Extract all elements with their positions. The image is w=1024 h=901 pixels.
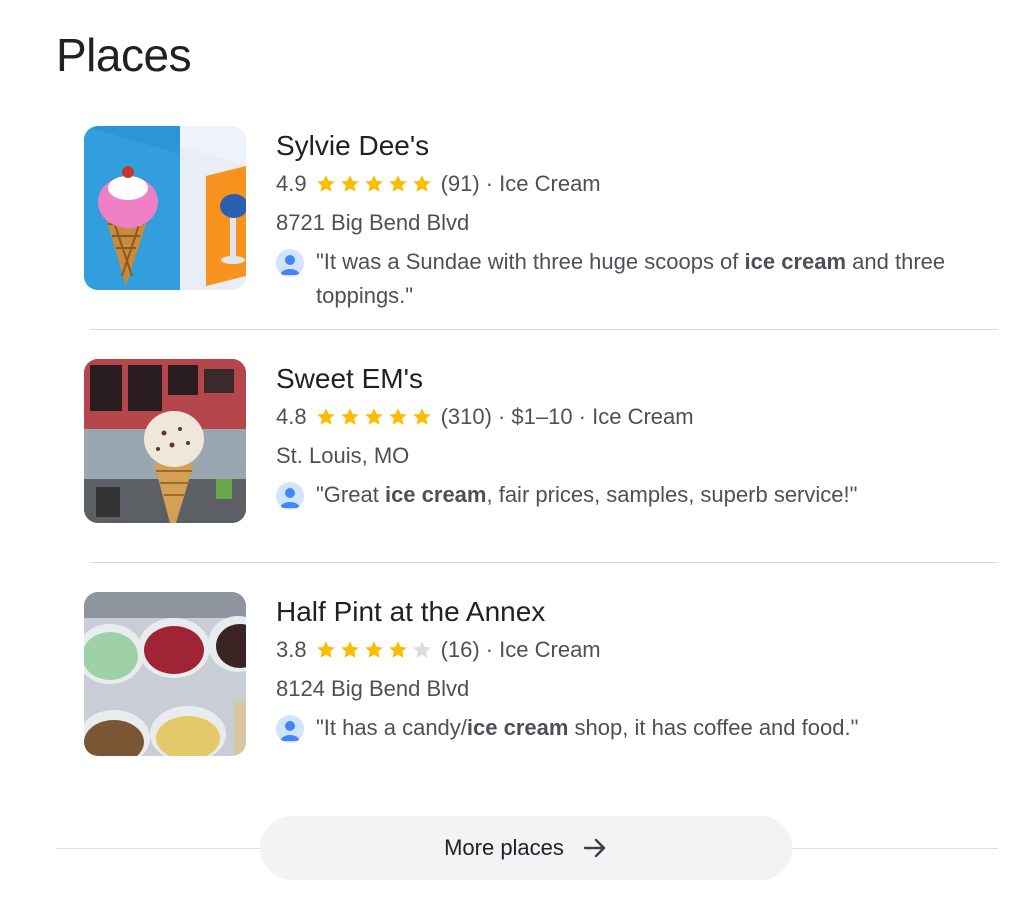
review-text: "It was a Sundae with three huge scoops … bbox=[316, 249, 946, 308]
ice-cream-cone-photo-icon bbox=[84, 359, 246, 523]
star-filled-icon bbox=[388, 408, 407, 425]
review-text: "It has a candy/ice cream shop, it has c… bbox=[316, 715, 859, 740]
rating-value: 4.9 bbox=[276, 171, 307, 196]
place-card-sylvie-dees[interactable]: Sylvie Dee's 4.9 (91) · Ice Cream 8721 B… bbox=[84, 126, 984, 316]
star-rating bbox=[315, 406, 435, 428]
user-avatar-icon bbox=[276, 249, 304, 277]
star-filled-icon bbox=[340, 175, 359, 192]
star-filled-icon bbox=[316, 408, 335, 425]
section-title: Places bbox=[56, 29, 192, 81]
star-empty-icon bbox=[412, 641, 431, 658]
star-filled-icon bbox=[388, 641, 407, 658]
rating-value: 4.8 bbox=[276, 404, 307, 429]
place-name[interactable]: Half Pint at the Annex bbox=[276, 596, 976, 628]
review-count[interactable]: (91) bbox=[441, 170, 480, 198]
ice-cream-cone-painting-icon bbox=[84, 126, 246, 290]
star-filled-icon bbox=[388, 175, 407, 192]
place-name[interactable]: Sweet EM's bbox=[276, 363, 976, 395]
review-snippet: "It was a Sundae with three huge scoops … bbox=[276, 248, 976, 313]
ice-cream-tubs-photo-icon bbox=[84, 592, 246, 756]
review-count[interactable]: (16) bbox=[441, 636, 480, 664]
star-filled-icon bbox=[364, 408, 383, 425]
place-card-sweet-ems[interactable]: Sweet EM's 4.8 (310) · $1–10 · Ice Cream… bbox=[84, 359, 984, 549]
review-snippet: "Great ice cream, fair prices, samples, … bbox=[276, 481, 976, 512]
review-count[interactable]: (310) bbox=[441, 403, 492, 431]
more-places-button[interactable]: More places bbox=[260, 816, 792, 880]
more-places-row: More places bbox=[56, 816, 998, 880]
star-filled-icon bbox=[316, 175, 335, 192]
star-filled-icon bbox=[412, 175, 431, 192]
star-filled-icon bbox=[364, 641, 383, 658]
more-places-label: More places bbox=[444, 835, 564, 860]
star-rating bbox=[315, 173, 435, 195]
place-name[interactable]: Sylvie Dee's bbox=[276, 130, 976, 162]
star-filled-icon bbox=[340, 641, 359, 658]
star-filled-icon bbox=[316, 641, 335, 658]
star-rating bbox=[315, 639, 435, 661]
place-details: · Ice Cream bbox=[485, 637, 601, 662]
rating-line: 4.9 (91) · Ice Cream bbox=[276, 170, 976, 198]
place-address: 8124 Big Bend Blvd bbox=[276, 676, 470, 701]
place-details: · Ice Cream bbox=[485, 171, 601, 196]
star-filled-icon bbox=[340, 408, 359, 425]
place-thumbnail[interactable] bbox=[84, 126, 246, 290]
user-avatar-icon bbox=[276, 482, 304, 510]
arrow-right-icon bbox=[582, 835, 608, 861]
divider bbox=[90, 562, 998, 563]
review-text: "Great ice cream, fair prices, samples, … bbox=[316, 482, 858, 507]
divider bbox=[90, 329, 998, 330]
user-avatar-icon bbox=[276, 715, 304, 743]
place-address: St. Louis, MO bbox=[276, 443, 410, 468]
review-snippet: "It has a candy/ice cream shop, it has c… bbox=[276, 714, 976, 745]
place-thumbnail[interactable] bbox=[84, 359, 246, 523]
place-card-half-pint[interactable]: Half Pint at the Annex 3.8 (16) · Ice Cr… bbox=[84, 592, 984, 782]
star-filled-icon bbox=[412, 408, 431, 425]
rating-line: 4.8 (310) · $1–10 · Ice Cream bbox=[276, 403, 976, 431]
rating-value: 3.8 bbox=[276, 637, 307, 662]
rating-line: 3.8 (16) · Ice Cream bbox=[276, 636, 976, 664]
place-thumbnail[interactable] bbox=[84, 592, 246, 756]
place-address: 8721 Big Bend Blvd bbox=[276, 210, 470, 235]
place-details: · $1–10 · Ice Cream bbox=[497, 404, 694, 429]
star-filled-icon bbox=[364, 175, 383, 192]
